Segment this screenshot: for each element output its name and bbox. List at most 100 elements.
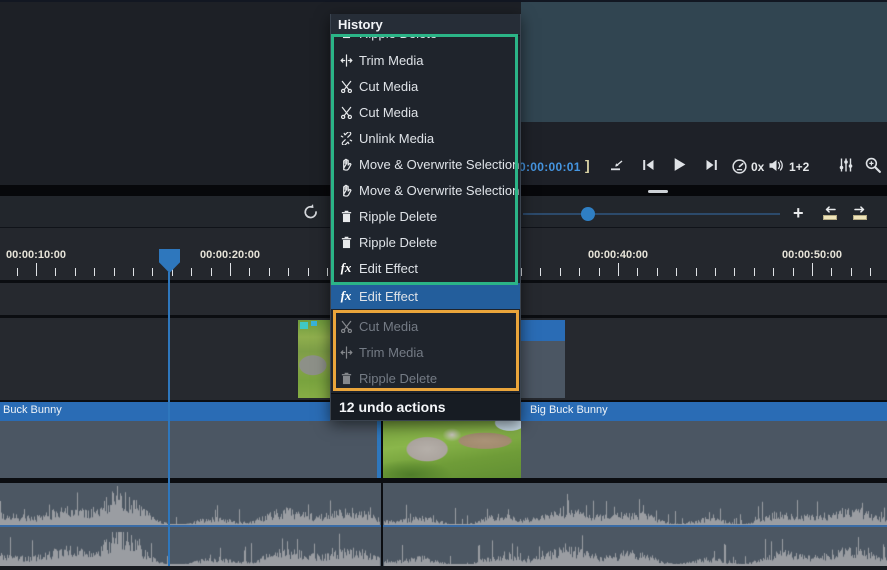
history-item-label: Trim Media [359, 53, 424, 68]
v1-clip-thumbnail[interactable] [298, 320, 331, 398]
ruler-tick [55, 268, 56, 276]
clip-label: Big Buck Bunny [530, 404, 608, 416]
history-panel-title: History [331, 14, 520, 36]
clip-label: Buck Bunny [3, 404, 62, 416]
undo-icon [302, 203, 320, 221]
skip-forward-icon [704, 158, 719, 172]
audio-clip-divider [381, 483, 383, 566]
ruler-tick [152, 268, 153, 276]
history-item-move-overwrite-selection[interactable]: Move & Overwrite Selection [331, 177, 520, 203]
history-item-label: Move & Overwrite Selection [359, 183, 519, 198]
big-buck-bunny-thumbnail[interactable] [383, 418, 521, 478]
audio-gain-line[interactable] [0, 525, 887, 527]
zoom-in-button[interactable] [864, 156, 882, 174]
background-panel [521, 2, 887, 122]
ruler-tick [851, 268, 852, 276]
ruler-timecode-label: 00:00:50:00 [782, 249, 842, 261]
history-item-trim-media[interactable]: Trim Media [331, 339, 520, 365]
speaker-icon [768, 158, 784, 173]
scissors-icon [337, 80, 355, 93]
history-item-trim-media[interactable]: Trim Media [331, 47, 520, 73]
mark-out-button[interactable]: ] [585, 157, 590, 173]
ruler-tick [618, 263, 619, 276]
skip-back-button[interactable] [641, 158, 656, 172]
history-item-ripple-delete[interactable]: Ripple Delete [331, 229, 520, 255]
history-item-ripple-delete[interactable]: Ripple Delete [331, 365, 520, 391]
playback-speed-value: 0x [751, 160, 764, 174]
trash-icon [337, 236, 355, 249]
trash-icon [337, 36, 355, 39]
speedometer-icon [731, 158, 748, 175]
ruler-tick [773, 268, 774, 276]
ruler-tick [831, 268, 832, 276]
playback-speed-button[interactable] [731, 158, 748, 175]
history-item-label: Ripple Delete [359, 36, 437, 41]
ruler-tick [230, 263, 231, 276]
history-item-cut-media[interactable]: Cut Media [331, 99, 520, 125]
history-item-unlink-media[interactable]: Unlink Media [331, 125, 520, 151]
timeline-settings-button[interactable] [838, 157, 854, 173]
ruler-tick [637, 268, 638, 276]
trim-icon [337, 54, 355, 67]
timecode-display[interactable]: 0:00:00:01 [519, 160, 581, 174]
insert-edit-button[interactable] [820, 205, 840, 222]
ruler-tick [793, 268, 794, 276]
insert-arrow-left-icon [820, 205, 840, 222]
skip-back-icon [641, 158, 656, 172]
unlink-icon [337, 132, 355, 145]
history-item-label: Cut Media [359, 319, 418, 334]
transport-bar [521, 122, 887, 185]
scissors-icon [337, 320, 355, 333]
scissors-icon [337, 106, 355, 119]
remove-insert-icon [608, 158, 625, 173]
history-item-label: Move & Overwrite Selection [359, 157, 519, 172]
ruler-tick [133, 268, 134, 276]
top-edge-line [0, 0, 887, 2]
history-item-cut-media[interactable]: Cut Media [331, 313, 520, 339]
skip-forward-button[interactable] [704, 158, 719, 172]
history-item-ripple-delete[interactable]: Ripple Delete [331, 203, 520, 229]
trash-icon [337, 210, 355, 223]
ruler-tick [560, 268, 561, 276]
history-item-label: Trim Media [359, 345, 424, 360]
ruler-tick [812, 263, 813, 276]
history-item-edit-effect[interactable]: fx Edit Effect [331, 283, 520, 309]
add-track-button[interactable]: + [793, 203, 804, 224]
insert-arrow-right-icon [850, 205, 870, 222]
ruler-tick [269, 268, 270, 276]
history-item-ripple-delete[interactable]: Ripple Delete [331, 36, 520, 47]
audio-channels-value: 1+2 [789, 160, 809, 174]
ruler-tick [94, 268, 95, 276]
timeline-zoom-slider-handle[interactable] [581, 207, 595, 221]
history-item-edit-effect[interactable]: fxEdit Effect [331, 255, 520, 281]
undo-history-button[interactable] [301, 202, 321, 222]
replace-edit-button[interactable] [850, 205, 870, 222]
history-item-label: Edit Effect [359, 261, 418, 276]
ruler-tick [308, 268, 309, 276]
scroll-indicator[interactable] [648, 190, 668, 193]
timeline-zoom-slider[interactable] [523, 213, 780, 215]
ruler-tick [676, 268, 677, 276]
history-item-move-overwrite-selection[interactable]: Move & Overwrite Selection [331, 151, 520, 177]
audio-monitor-button[interactable] [768, 158, 784, 173]
ruler-tick [327, 268, 328, 276]
ruler-tick [521, 268, 522, 276]
ruler-tick [734, 268, 735, 276]
buck-bunny-clip-label-bar[interactable]: Buck Bunny [0, 402, 381, 421]
ruler-tick [249, 268, 250, 276]
trash-icon [337, 372, 355, 385]
ruler-tick [114, 268, 115, 276]
remove-insert-button[interactable] [608, 158, 625, 173]
ruler-tick [75, 268, 76, 276]
ruler-timecode-label: 00:00:40:00 [588, 249, 648, 261]
fx-icon: fx [337, 288, 355, 304]
video-editor-window: 0:00:00:01 ] 0x 1+2 + 00:00:10:0000:00:2… [0, 0, 887, 570]
ruler-tick [754, 268, 755, 276]
play-button[interactable] [672, 157, 687, 172]
buck-bunny-clip-body[interactable] [0, 421, 381, 478]
ruler-tick [696, 268, 697, 276]
history-item-label: Ripple Delete [359, 371, 437, 386]
history-item-label: Edit Effect [359, 289, 418, 304]
history-item-cut-media[interactable]: Cut Media [331, 73, 520, 99]
ruler-tick [288, 268, 289, 276]
